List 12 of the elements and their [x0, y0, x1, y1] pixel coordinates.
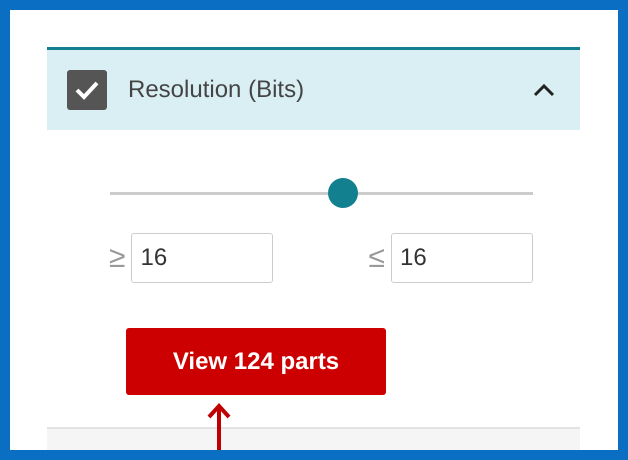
- view-parts-button[interactable]: View 124 parts: [126, 328, 386, 395]
- check-icon: [74, 79, 100, 101]
- chevron-up-icon[interactable]: [532, 82, 556, 98]
- value-field[interactable]: 16: [391, 233, 533, 283]
- checkbox[interactable]: [67, 70, 107, 110]
- comparison-symbol: ≤: [368, 243, 385, 273]
- comparison-symbol: ≥: [109, 243, 126, 273]
- arrow-icon: [206, 402, 232, 450]
- slider-thumb[interactable]: [328, 178, 358, 208]
- value-field[interactable]: 16: [131, 233, 274, 283]
- filter-header[interactable]: Resolution (Bits): [47, 47, 580, 130]
- filter-title: Resolution (Bits): [128, 75, 304, 105]
